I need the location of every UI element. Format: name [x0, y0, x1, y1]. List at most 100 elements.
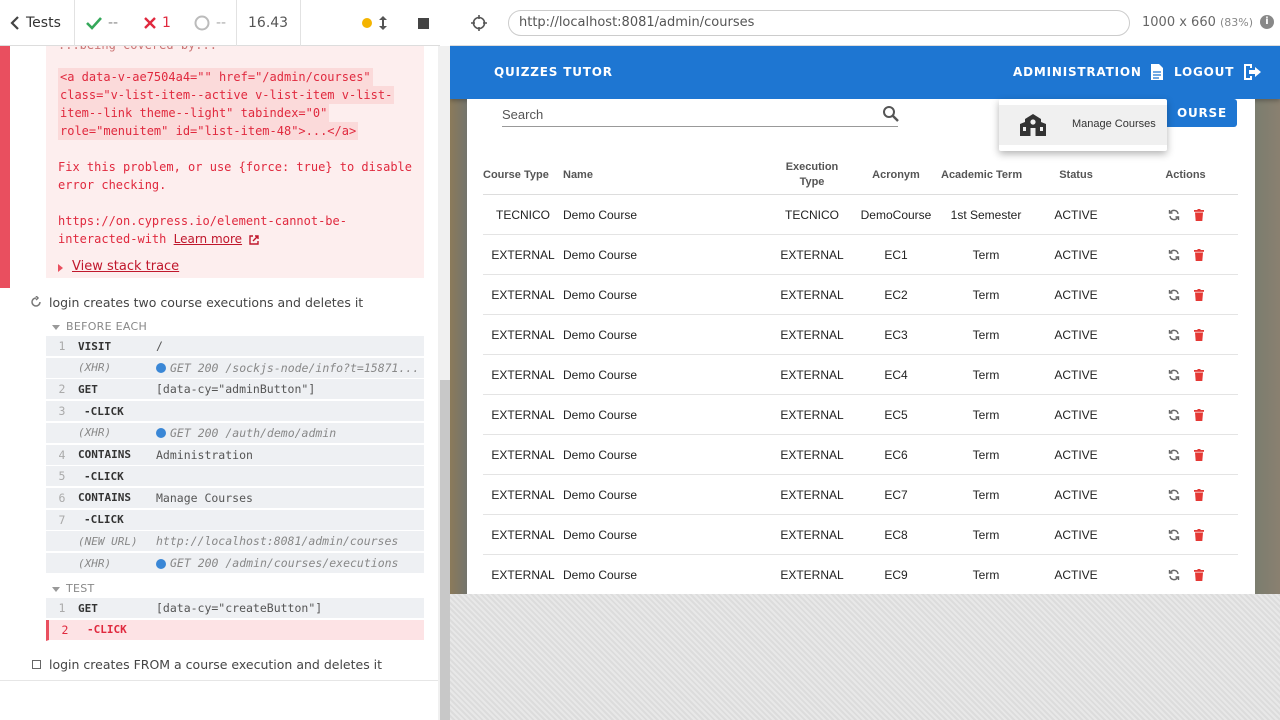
- manage-courses-menu-item[interactable]: Manage Courses: [999, 105, 1167, 145]
- table-cell: Term: [972, 447, 1000, 462]
- column-header[interactable]: Course Type: [483, 155, 563, 195]
- command-name: -CLICK: [84, 404, 124, 418]
- row-actions: [1133, 195, 1238, 235]
- column-header[interactable]: Status: [1031, 155, 1121, 195]
- table-cell: Demo Course: [563, 527, 638, 542]
- table-cell: Demo Course: [563, 247, 638, 262]
- view-stack-trace-link[interactable]: View stack trace: [58, 259, 179, 274]
- test-item-pending[interactable]: login creates FROM a course execution an…: [32, 657, 382, 672]
- table-row: EXTERNAL Demo Course EXTERNAL EC9 Term ACTIVE: [483, 555, 1238, 594]
- duration: 16.43: [248, 15, 289, 31]
- row-actions: [1133, 275, 1238, 315]
- command-row[interactable]: (XHR) GET 200 /admin/courses/executions: [46, 553, 424, 574]
- delete-icon[interactable]: [1193, 569, 1204, 581]
- table-row: EXTERNAL Demo Course EXTERNAL EC3 Term ACTIVE: [483, 315, 1238, 355]
- command-message: [data-cy="adminButton"]: [156, 382, 316, 397]
- table-cell: EC5: [884, 407, 908, 422]
- delete-icon[interactable]: [1193, 529, 1204, 541]
- command-number: 1: [58, 339, 66, 353]
- refresh-icon[interactable]: [1168, 329, 1180, 341]
- column-header[interactable]: Acronym: [851, 155, 941, 195]
- refresh-icon[interactable]: [1168, 529, 1180, 541]
- test-section-header[interactable]: TEST: [52, 582, 95, 595]
- table-cell: Demo Course: [563, 407, 638, 422]
- column-header[interactable]: Academic Term: [941, 155, 1031, 195]
- pending-count[interactable]: --: [194, 0, 226, 46]
- refresh-icon[interactable]: [1168, 249, 1180, 261]
- command-row[interactable]: (NEW URL) http://localhost:8081/admin/cou…: [46, 531, 424, 553]
- stop-button[interactable]: [418, 0, 429, 46]
- delete-icon[interactable]: [1193, 489, 1204, 501]
- learn-more-link[interactable]: Learn more: [174, 232, 242, 246]
- table-cell: EXTERNAL: [491, 247, 555, 262]
- table-row: EXTERNAL Demo Course EXTERNAL EC2 Term ACTIVE: [483, 275, 1238, 315]
- table-row: EXTERNAL Demo Course EXTERNAL EC8 Term ACTIVE: [483, 515, 1238, 555]
- table-cell: ACTIVE: [1054, 327, 1098, 342]
- command-row[interactable]: 1 GET [data-cy="createButton"]: [46, 598, 424, 619]
- command-number: 2: [61, 622, 69, 637]
- administration-menu: Manage Courses: [999, 99, 1167, 151]
- delete-icon[interactable]: [1193, 369, 1204, 381]
- administration-button[interactable]: ADMINISTRATION: [1013, 63, 1164, 81]
- refresh-icon[interactable]: [1168, 489, 1180, 501]
- row-actions: [1133, 395, 1238, 435]
- command-name: (XHR): [78, 426, 112, 440]
- column-header[interactable]: Execution Type: [773, 155, 851, 195]
- table-cell: ACTIVE: [1054, 527, 1098, 542]
- command-row[interactable]: 6 CONTAINS Manage Courses: [46, 487, 424, 509]
- column-header[interactable]: Actions: [1133, 155, 1238, 195]
- delete-icon[interactable]: [1193, 209, 1204, 221]
- table-cell: Term: [972, 247, 1000, 262]
- refresh-icon[interactable]: [1168, 369, 1180, 381]
- command-row[interactable]: (XHR) GET 200 /auth/demo/admin: [46, 422, 424, 444]
- test-item-running[interactable]: login creates two course executions and …: [30, 295, 363, 310]
- column-header[interactable]: Name: [563, 155, 763, 195]
- reporter-scrollbar-thumb[interactable]: [440, 380, 450, 720]
- school-icon: [1020, 114, 1046, 136]
- refresh-icon[interactable]: [1168, 289, 1180, 301]
- command-row[interactable]: 4 CONTAINS Administration: [46, 444, 424, 466]
- command-number: 1: [58, 601, 66, 615]
- table-cell: EXTERNAL: [780, 287, 844, 302]
- refresh-icon[interactable]: [1168, 449, 1180, 461]
- refresh-icon[interactable]: [1168, 569, 1180, 581]
- document-icon: [1150, 64, 1163, 80]
- passed-count[interactable]: --: [86, 0, 118, 46]
- table-header: Course Type Name Execution Type Acronym Acad…: [483, 155, 1238, 195]
- command-row[interactable]: 5 -CLICK: [46, 466, 424, 488]
- create-course-button[interactable]: OURSE: [1161, 99, 1237, 127]
- command-row[interactable]: 2 -CLICK: [46, 619, 424, 641]
- status-dot-icon: [362, 18, 372, 28]
- before-each-header[interactable]: BEFORE EACH: [52, 320, 147, 333]
- command-row[interactable]: 3 -CLICK: [46, 401, 424, 423]
- command-row[interactable]: 7 -CLICK: [46, 509, 424, 531]
- command-row[interactable]: (XHR) GET 200 /sockjs-node/info?t=15871..…: [46, 357, 424, 379]
- info-icon[interactable]: i: [1260, 15, 1274, 29]
- refresh-icon[interactable]: [1168, 409, 1180, 421]
- table-cell: Demo Course: [563, 327, 638, 342]
- delete-icon[interactable]: [1193, 329, 1204, 341]
- failed-count[interactable]: 1: [144, 0, 171, 46]
- table-row: EXTERNAL Demo Course EXTERNAL EC5 Term ACTIVE: [483, 395, 1238, 435]
- courses-table: Course Type Name Execution Type Acronym Acad…: [483, 155, 1238, 594]
- delete-icon[interactable]: [1193, 409, 1204, 421]
- command-row[interactable]: 1 VISIT /: [46, 336, 424, 357]
- logout-button[interactable]: LOGOUT: [1174, 63, 1262, 81]
- app-title[interactable]: QUIZZES TUTOR: [494, 65, 613, 79]
- delete-icon[interactable]: [1193, 289, 1204, 301]
- auto-scroll-toggle[interactable]: [362, 0, 388, 46]
- tests-back-button[interactable]: Tests: [10, 0, 61, 46]
- search-input[interactable]: [502, 103, 872, 125]
- selector-playground-icon[interactable]: [470, 14, 488, 32]
- table-body: TECNICO Demo Course TECNICO DemoCourse 1st S…: [483, 195, 1238, 594]
- error-docs-link[interactable]: https://on.cypress.io/element-cannot-be-…: [58, 212, 398, 248]
- courses-card: OURSE Course TypeNameExecution TypeAcron…: [467, 99, 1255, 594]
- command-row[interactable]: 2 GET [data-cy="adminButton"]: [46, 379, 424, 401]
- app-preview: http://localhost:8081/admin/courses 1000…: [450, 0, 1280, 720]
- delete-icon[interactable]: [1193, 249, 1204, 261]
- url-input[interactable]: http://localhost:8081/admin/courses: [508, 10, 1130, 36]
- refresh-icon[interactable]: [1168, 209, 1180, 221]
- table-cell: EXTERNAL: [491, 527, 555, 542]
- delete-icon[interactable]: [1193, 449, 1204, 461]
- search-field[interactable]: [502, 103, 899, 127]
